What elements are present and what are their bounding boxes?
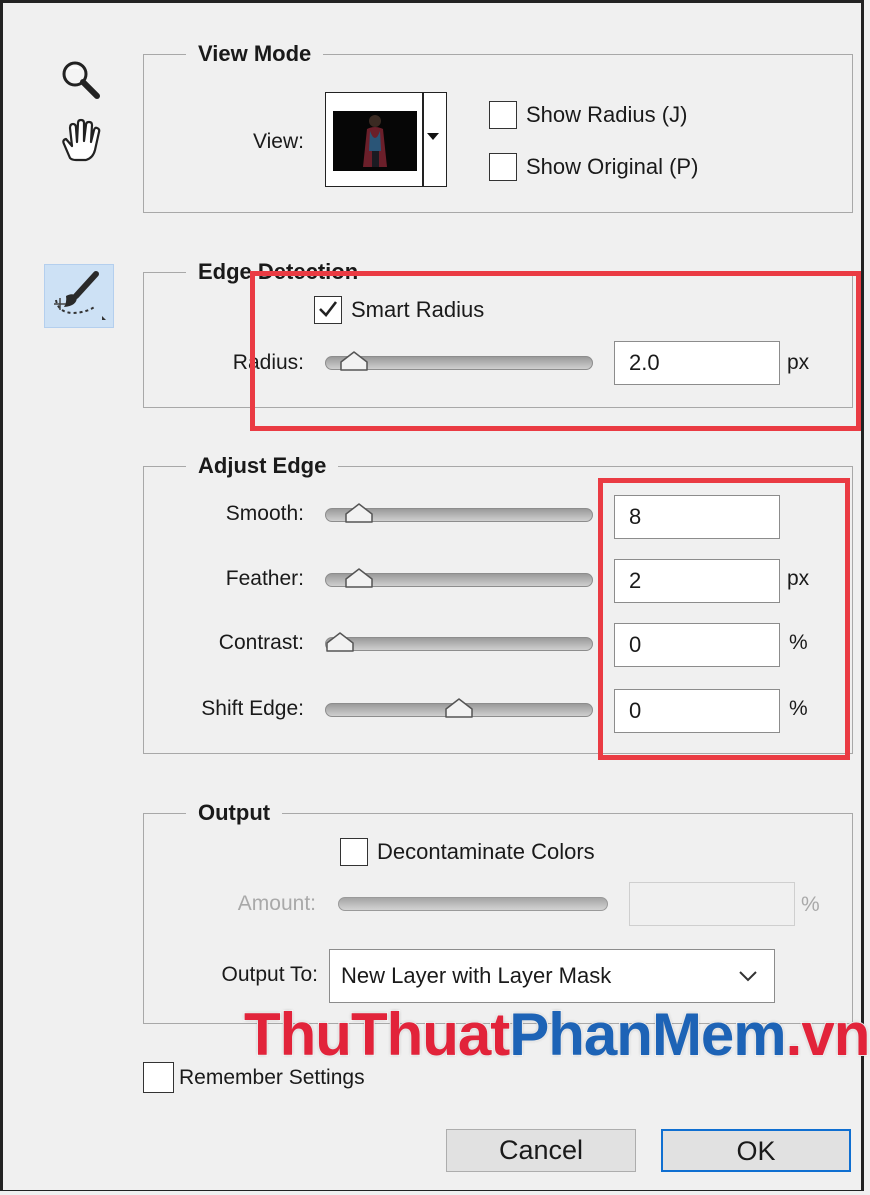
contrast-label: Contrast: <box>218 631 304 654</box>
hand-tool-button[interactable] <box>56 118 106 164</box>
show-original-label[interactable]: Show Original (P) <box>526 152 698 182</box>
shift-edge-label: Shift Edge: <box>201 697 304 720</box>
show-radius-label[interactable]: Show Radius (J) <box>526 100 687 130</box>
adjust-edge-title: Adjust Edge <box>186 451 339 481</box>
output-to-value: New Layer with Layer Mask <box>341 963 612 988</box>
zoom-tool-button[interactable] <box>58 58 104 100</box>
radius-slider-thumb[interactable] <box>339 350 369 372</box>
shift-edge-slider-thumb[interactable] <box>444 697 474 719</box>
show-radius-checkbox[interactable] <box>489 101 517 129</box>
feather-label: Feather: <box>225 567 304 590</box>
amount-value-input <box>629 882 795 926</box>
refine-radius-tool-button[interactable] <box>44 264 114 328</box>
view-preview-thumbnail <box>333 111 417 171</box>
contrast-slider-thumb[interactable] <box>325 631 355 653</box>
smooth-slider-thumb[interactable] <box>344 502 374 524</box>
chevron-down-icon <box>739 971 757 982</box>
output-to-label: Output To: <box>221 963 318 986</box>
amount-slider-track <box>338 897 608 911</box>
remember-settings-checkbox[interactable] <box>143 1062 174 1093</box>
decontaminate-colors-checkbox[interactable] <box>340 838 368 866</box>
view-picker-divider <box>422 93 424 186</box>
ok-button[interactable]: OK <box>661 1129 851 1172</box>
output-title: Output <box>186 798 283 828</box>
show-original-checkbox[interactable] <box>489 153 517 181</box>
view-mode-title: View Mode <box>186 39 324 69</box>
amount-label: Amount: <box>237 892 316 915</box>
watermark-logo: ThuThuatPhanMem.vn <box>243 1000 870 1069</box>
refine-radius-brush-icon <box>54 271 106 320</box>
cancel-button[interactable]: Cancel <box>446 1129 636 1172</box>
dropdown-arrow-icon[interactable] <box>427 133 439 140</box>
output-to-select[interactable]: New Layer with Layer Mask <box>329 949 775 1003</box>
amount-unit: % <box>801 893 820 916</box>
view-mode-picker[interactable] <box>325 92 447 187</box>
hand-icon <box>62 118 101 162</box>
decontaminate-colors-label[interactable]: Decontaminate Colors <box>377 837 595 867</box>
adjust-edge-values-highlight-box <box>598 478 850 760</box>
feather-slider-thumb[interactable] <box>344 567 374 589</box>
smooth-label: Smooth: <box>225 502 304 525</box>
contrast-slider-track[interactable] <box>325 637 593 651</box>
view-label: View: <box>253 130 304 153</box>
zoom-icon <box>62 61 100 99</box>
